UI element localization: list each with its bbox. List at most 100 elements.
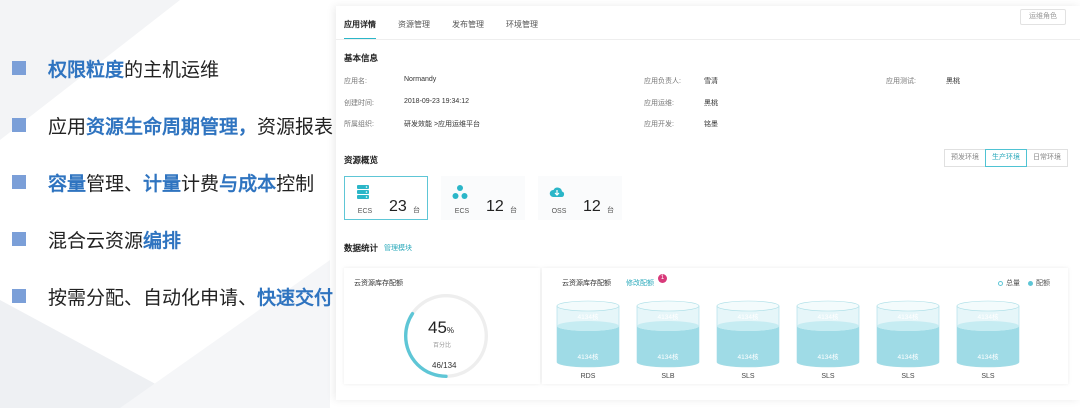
cylinder-bottom-value: 4134核 (578, 352, 599, 361)
resource-label: ECS (357, 208, 373, 215)
quota-cylinder-card: 云资源库存配额 修改配额 1 总量 配额 4134核 4134核 RDS 4134核 4… (542, 268, 1068, 384)
resource-label: ECS (454, 208, 470, 215)
resource-card-ecs[interactable]: ECS 23 台 (344, 176, 428, 220)
normal-text: 按需分配、自动化申请、 (48, 287, 258, 309)
server-icon (357, 185, 369, 199)
info-owner: 应用负责人: 雪清 (644, 76, 718, 86)
feature-text: 权限粒度的主机运维 (48, 55, 219, 82)
info-app-name: 应用名: Normandy (344, 76, 436, 86)
tab-bar: 应用详情 资源管理 发布管理 环境管理 (344, 18, 560, 40)
normal-text: 的主机运维 (124, 59, 220, 81)
info-value: 雪清 (704, 78, 718, 85)
env-pre[interactable]: 预发环境 (944, 149, 986, 167)
info-value: Normandy (404, 76, 437, 83)
info-label: 应用运维: (644, 100, 674, 107)
cylinder-fill-top (717, 321, 779, 331)
normal-text: 资源报表 (257, 116, 334, 138)
cylinder-bottom-value: 4134核 (898, 352, 919, 361)
resource-unit: 台 (510, 207, 517, 214)
resource-card-oss[interactable]: OSS 12 台 (538, 176, 622, 220)
resource-count: 12 (486, 198, 504, 215)
gauge-sub-label: 百分比 (433, 343, 452, 349)
bullet-square-icon (12, 232, 26, 246)
feature-text: 应用资源生命周期管理，资源报表 (48, 112, 333, 139)
cylinder-name: SLS (741, 373, 755, 380)
env-daily[interactable]: 日常环境 (1026, 149, 1068, 167)
card-title: 云资源库存配额 (354, 280, 403, 287)
cylinder-name: SLS (981, 373, 995, 380)
highlight-text: 快速交付 (257, 287, 334, 309)
bullet-square-icon (12, 175, 26, 189)
resource-overview-title: 资源概览 (344, 155, 379, 165)
data-stats-title: 数据统计 (344, 243, 379, 253)
bullet-square-icon (12, 289, 26, 303)
bullet-square-icon (12, 61, 26, 75)
gauge-percent: 45% (428, 318, 454, 338)
info-value: 铭墨 (704, 121, 718, 128)
role-button[interactable]: 运维角色 (1020, 9, 1066, 25)
cylinder-fill-top (797, 321, 859, 331)
gauge-percent-sign: % (446, 326, 455, 335)
manage-module-link[interactable]: 管理模块 (384, 243, 412, 253)
highlight-text: 权限粒度 (48, 59, 125, 81)
resource-count: 12 (583, 198, 601, 215)
resource-unit: 台 (413, 207, 420, 214)
env-production[interactable]: 生产环境 (985, 149, 1027, 167)
quota-gauge-card: 云资源库存配额 45% 百分比 46/134 (344, 268, 540, 384)
cylinder-fill-top (877, 321, 939, 331)
feature-text: 混合云资源编排 (48, 226, 181, 253)
cylinder-chart: 4134核 4134核 RDS 4134核 4134核 SLB 4134核 4134核 SLS 4… (556, 300, 1020, 380)
info-ops: 应用运维: 黑桃 (644, 98, 718, 108)
cylinder-bottom-value: 4134核 (738, 352, 759, 361)
info-organization: 所属组织: 研发效能 >应用运维平台 (344, 119, 480, 129)
info-label: 创建时间: (344, 100, 374, 107)
highlight-text: 计量 (143, 173, 182, 195)
cylinder-name: RDS (581, 373, 596, 380)
normal-text: 管理、 (86, 173, 144, 195)
feature-item: 混合云资源编排 (12, 219, 181, 259)
cylinder-top (876, 300, 940, 312)
info-label: 应用名: (344, 78, 367, 85)
info-label: 所属组织: (344, 121, 374, 128)
info-value: 研发效能 >应用运维平台 (404, 121, 481, 128)
cylinder-bottom-value: 4134核 (818, 352, 839, 361)
cylinder-top (956, 300, 1020, 312)
tab-divider (336, 39, 1080, 40)
info-dev: 应用开发: 铭墨 (644, 119, 718, 129)
normal-text: 混合云资源 (48, 230, 144, 252)
normal-text: 计费 (181, 173, 220, 195)
highlight-text: 容量 (48, 173, 87, 195)
info-label: 应用开发: (644, 121, 674, 128)
cylinder-top (636, 300, 700, 312)
resource-label: OSS (551, 208, 567, 215)
info-value: 黑桃 (946, 78, 960, 85)
tab-app-details[interactable]: 应用详情 (344, 18, 376, 40)
basic-info-title: 基本信息 (344, 53, 379, 63)
info-label: 应用测试: (886, 78, 916, 85)
cylinder-bottom-value: 4134核 (658, 352, 679, 361)
cylinder-top-value: 4134核 (898, 312, 919, 321)
cylinder-top (716, 300, 780, 312)
gauge-ratio: 46/134 (432, 361, 457, 370)
tab-environment-management[interactable]: 环境管理 (506, 18, 538, 40)
cylinder-top (796, 300, 860, 312)
cylinder-top-value: 4134核 (738, 312, 759, 321)
normal-text: 应用 (48, 116, 87, 138)
cylinder-top-value: 4134核 (578, 312, 599, 321)
cloud-icon (549, 187, 565, 197)
cylinder-name: SLS (901, 373, 915, 380)
cylinder-name: SLB (661, 373, 675, 380)
tab-release-management[interactable]: 发布管理 (452, 18, 484, 40)
bullet-square-icon (12, 118, 26, 132)
cylinder-top-value: 4134核 (658, 312, 679, 321)
highlight-text: 编排 (143, 230, 182, 252)
cylinder-bottom-value: 4134核 (978, 352, 999, 361)
cylinder-fill-top (637, 321, 699, 331)
highlight-text: 资源生命周期管理， (86, 116, 258, 138)
normal-text: 控制 (276, 173, 315, 195)
feature-item: 容量管理、计量计费与成本控制 (12, 162, 314, 202)
tab-resource-management[interactable]: 资源管理 (398, 18, 430, 40)
resource-card-ecs-2[interactable]: ECS 12 台 (441, 176, 525, 220)
cylinder-fill-top (557, 321, 619, 331)
info-created-time: 创建时间: 2018-09-23 19:34:12 (344, 98, 469, 108)
